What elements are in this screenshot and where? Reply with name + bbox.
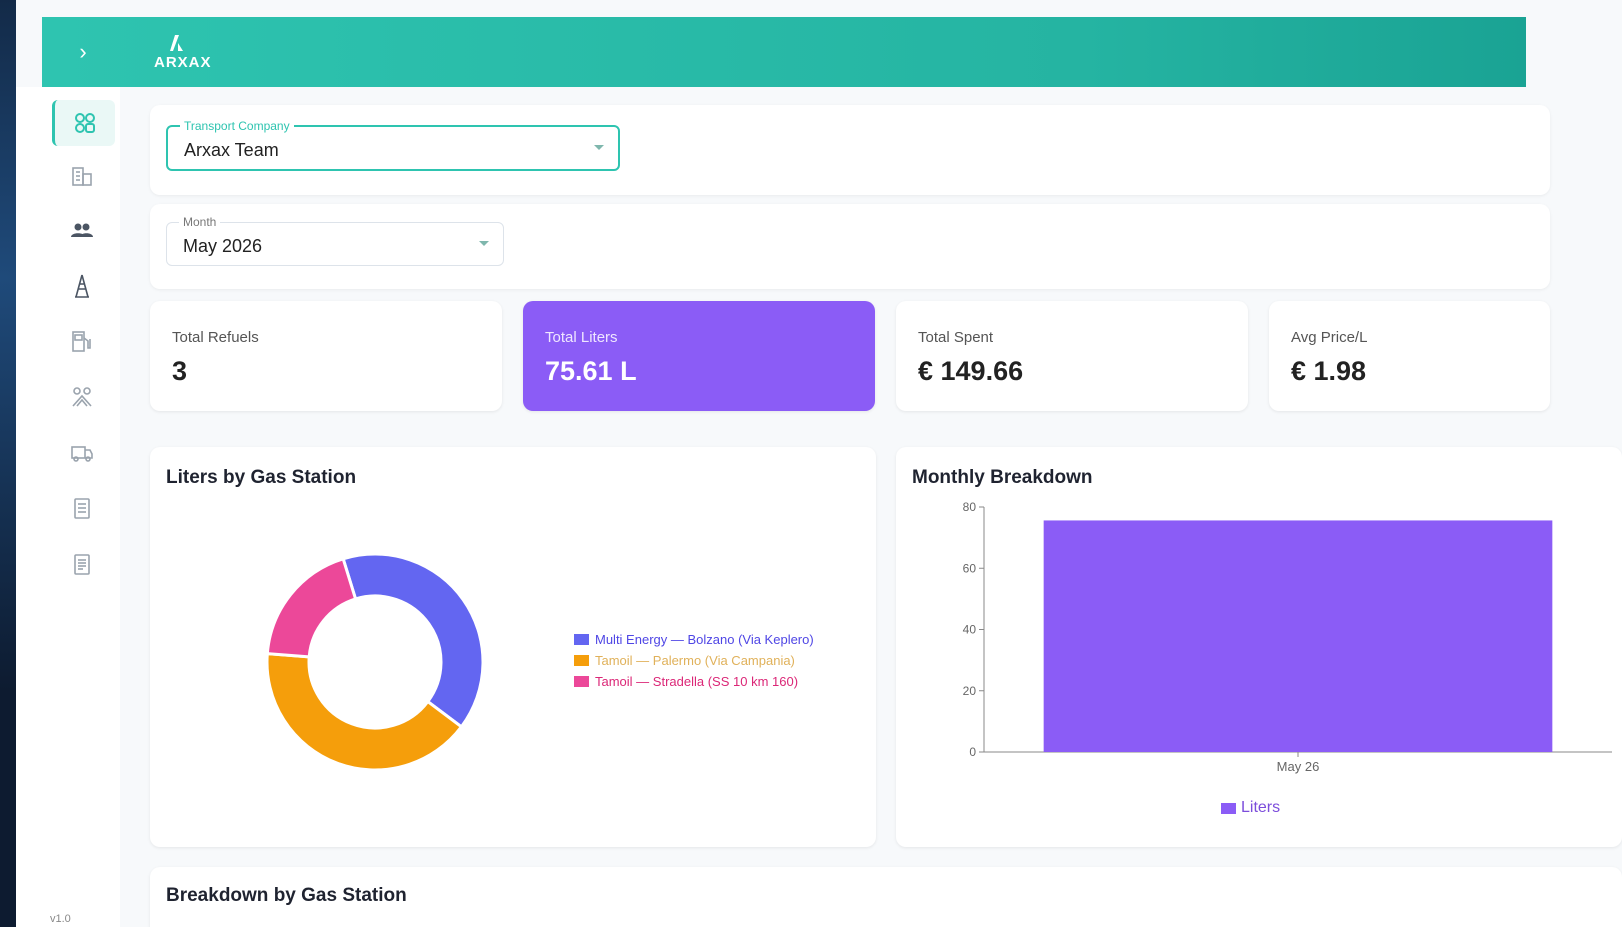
- company-filter-card: Transport Company Arxax Team: [150, 105, 1550, 195]
- transport-company-label: Transport Company: [180, 119, 294, 133]
- y-tick-label: 60: [963, 561, 977, 575]
- document-icon: [74, 554, 90, 575]
- users-icon: [71, 223, 93, 237]
- chevron-down-icon: [594, 145, 604, 150]
- month-label: Month: [179, 215, 221, 229]
- stat-card-total-spent: Total Spent € 149.66: [896, 301, 1248, 411]
- logo-mark-icon: [170, 35, 183, 51]
- panel-title: Liters by Gas Station: [166, 467, 357, 488]
- clipboard-icon: [74, 498, 90, 519]
- stat-label: Total Refuels: [172, 329, 259, 346]
- legend-swatch: [1221, 802, 1236, 814]
- stat-value: € 149.66: [918, 356, 1024, 386]
- legend-label: Liters: [1241, 799, 1281, 816]
- x-tick-label: May 26: [1277, 759, 1320, 774]
- sidebar-item-reports[interactable]: [52, 485, 112, 531]
- stat-card-total-refuels: Total Refuels 3: [150, 301, 502, 411]
- legend-item: Tamoil — Stradella (SS 10 km 160): [574, 674, 798, 689]
- top-bar: › ARXAX: [42, 17, 1526, 87]
- month-select[interactable]: Month May 2026: [166, 215, 504, 266]
- bar-chart: 0 20 40 60 80 May 26: [963, 500, 1612, 774]
- legend-swatch: [574, 655, 589, 666]
- sidebar-item-documents[interactable]: [52, 541, 112, 587]
- legend-label: Multi Energy — Bolzano (Via Keplero): [595, 632, 814, 647]
- breakdown-panel: Breakdown by Gas Station: [150, 867, 1622, 927]
- donut-slice[interactable]: [265, 556, 358, 659]
- truck-icon: [71, 446, 93, 462]
- sidebar-item-users[interactable]: [52, 208, 112, 254]
- sidebar-item-towers[interactable]: [52, 263, 112, 309]
- sidebar-item-dashboard[interactable]: [52, 100, 115, 146]
- expand-sidebar-button[interactable]: ›: [68, 37, 98, 67]
- stat-card-total-liters: Total Liters 75.61 L: [523, 301, 875, 411]
- y-tick-label: 40: [963, 623, 977, 637]
- stat-label: Total Liters: [545, 329, 618, 346]
- tower-icon: [75, 274, 89, 298]
- donut-chart: [265, 552, 485, 772]
- team-icon: [72, 387, 92, 407]
- transport-company-value: Arxax Team: [184, 140, 279, 160]
- bar[interactable]: [1043, 520, 1553, 752]
- sidebar-item-team[interactable]: [52, 374, 112, 420]
- legend-label: Tamoil — Palermo (Via Campania): [595, 653, 795, 668]
- building-icon: [72, 167, 92, 186]
- fuel-pump-icon: [72, 331, 91, 352]
- y-tick-label: 20: [963, 684, 977, 698]
- main-content: Transport Company Arxax Team Month May 2…: [150, 87, 1622, 927]
- grid-icon: [75, 113, 95, 133]
- month-value: May 2026: [183, 236, 263, 256]
- y-tick-label: 80: [963, 500, 977, 514]
- legend-item: Multi Energy — Bolzano (Via Keplero): [574, 632, 814, 647]
- app-window: › ARXAX v1.0 Transport Company Arxax Tea…: [16, 0, 1622, 927]
- stat-card-avg-price: Avg Price/L € 1.98: [1269, 301, 1550, 411]
- donut-slice[interactable]: [265, 651, 464, 772]
- legend-item: Tamoil — Palermo (Via Campania): [574, 653, 795, 668]
- y-tick-label: 0: [969, 745, 976, 759]
- sidebar-item-fuel[interactable]: [52, 318, 112, 364]
- logo-text: ARXAX: [154, 54, 212, 71]
- legend-swatch: [574, 676, 589, 687]
- bar-legend: Liters: [1221, 799, 1280, 817]
- sidebar-item-vehicles[interactable]: [52, 430, 112, 476]
- sidebar: v1.0: [16, 87, 120, 927]
- bar-chart-panel: Monthly Breakdown 0 20 40 60 80 May 26 Liters: [896, 447, 1622, 847]
- stat-value: € 1.98: [1291, 356, 1367, 386]
- panel-title: Breakdown by Gas Station: [166, 885, 407, 906]
- stat-label: Total Spent: [918, 329, 994, 346]
- legend-label: Tamoil — Stradella (SS 10 km 160): [595, 674, 799, 689]
- app-version: v1.0: [50, 913, 71, 925]
- sidebar-item-companies[interactable]: [52, 153, 112, 199]
- donut-slice[interactable]: [341, 552, 485, 729]
- stat-label: Avg Price/L: [1291, 329, 1368, 346]
- transport-company-select[interactable]: Transport Company Arxax Team: [166, 119, 620, 171]
- donut-chart-panel: Liters by Gas Station Multi Energy — Bol…: [150, 447, 876, 847]
- legend-swatch: [574, 634, 589, 645]
- month-filter-card: Month May 2026: [150, 204, 1550, 289]
- chevron-down-icon: [479, 241, 489, 246]
- stat-value: 75.61 L: [545, 356, 637, 386]
- stat-value: 3: [172, 356, 188, 386]
